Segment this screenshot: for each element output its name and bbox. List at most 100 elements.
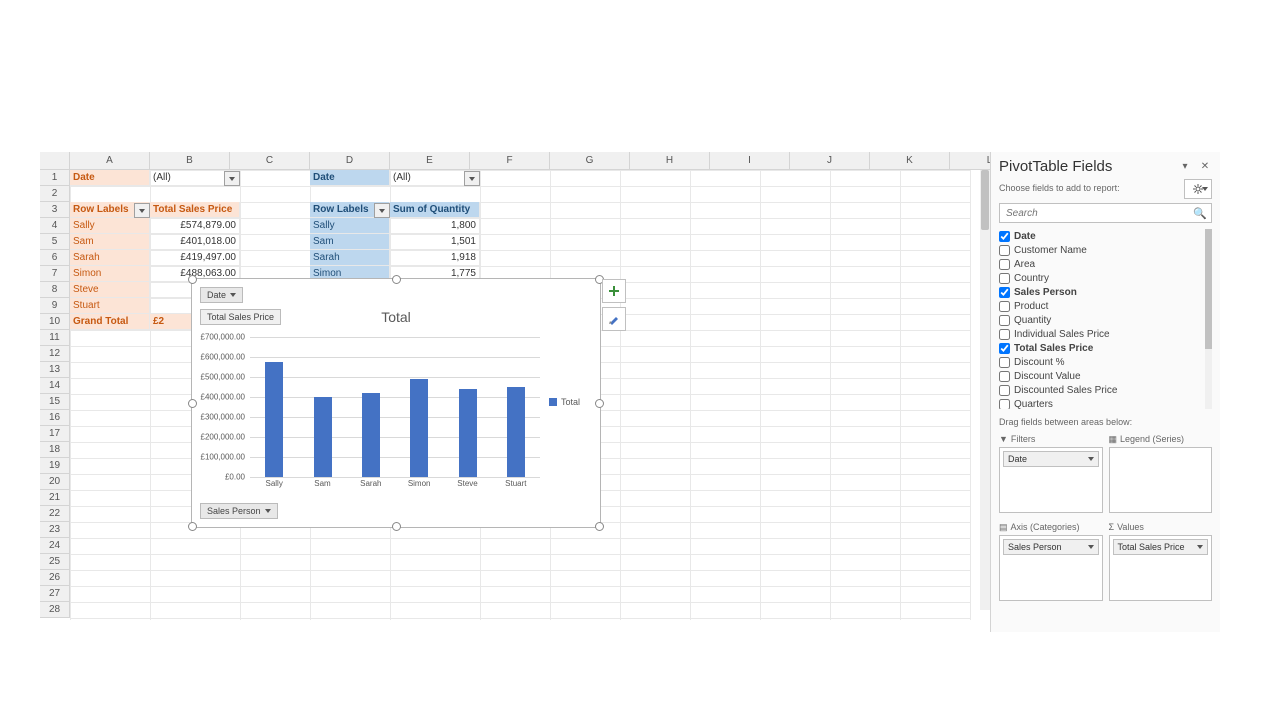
- row-header-10[interactable]: 10: [40, 314, 70, 330]
- col-header-A[interactable]: A: [70, 152, 150, 170]
- field-list[interactable]: DateCustomer NameAreaCountrySales Person…: [999, 229, 1212, 409]
- field-checkbox[interactable]: [999, 315, 1010, 326]
- field-search[interactable]: 🔍: [999, 203, 1212, 223]
- pt2-rowlabels-dropdown[interactable]: [374, 203, 390, 218]
- row-header-4[interactable]: 4: [40, 218, 70, 234]
- field-checkbox[interactable]: [999, 385, 1010, 396]
- chart-bar[interactable]: [314, 397, 332, 477]
- row-header-2[interactable]: 2: [40, 186, 70, 202]
- row-header-3[interactable]: 3: [40, 202, 70, 218]
- row-header-26[interactable]: 26: [40, 570, 70, 586]
- row-header-27[interactable]: 27: [40, 586, 70, 602]
- row-header-7[interactable]: 7: [40, 266, 70, 282]
- col-header-H[interactable]: H: [630, 152, 710, 170]
- field-checkbox[interactable]: [999, 343, 1010, 354]
- chart-styles-button[interactable]: [602, 307, 626, 331]
- row-header-11[interactable]: 11: [40, 330, 70, 346]
- col-header-I[interactable]: I: [710, 152, 790, 170]
- col-header-L[interactable]: L: [950, 152, 990, 170]
- chart-bar[interactable]: [459, 389, 477, 477]
- field-checkbox[interactable]: [999, 301, 1010, 312]
- field-search-input[interactable]: [1004, 207, 1193, 220]
- pill-values-totalsales[interactable]: Total Sales Price: [1113, 539, 1209, 555]
- area-legend[interactable]: [1109, 447, 1213, 513]
- pt2-row-label[interactable]: Sam: [310, 234, 390, 250]
- chart-series-button[interactable]: Total Sales Price: [200, 309, 281, 325]
- row-header-8[interactable]: 8: [40, 282, 70, 298]
- chart-legend[interactable]: Total: [549, 397, 580, 407]
- pt1-row-label[interactable]: Steve: [70, 282, 150, 298]
- pt1-row-value[interactable]: £574,879.00: [150, 218, 240, 234]
- field-row[interactable]: Area: [999, 257, 1212, 271]
- pt1-row-label[interactable]: Sam: [70, 234, 150, 250]
- pivot-chart[interactable]: Date Total Sales Price Sales Person Tota…: [191, 278, 601, 528]
- row-header-22[interactable]: 22: [40, 506, 70, 522]
- pane-close-icon[interactable]: ✕: [1198, 160, 1212, 174]
- chart-plot-area[interactable]: £0.00£100,000.00£200,000.00£300,000.00£4…: [250, 337, 540, 477]
- row-header-19[interactable]: 19: [40, 458, 70, 474]
- field-row[interactable]: Discount Value: [999, 369, 1212, 383]
- pt2-row-value[interactable]: 1,800: [390, 218, 480, 234]
- chart-filter-date[interactable]: Date: [200, 287, 243, 303]
- field-checkbox[interactable]: [999, 259, 1010, 270]
- field-row[interactable]: Customer Name: [999, 243, 1212, 257]
- select-all-corner[interactable]: [40, 152, 70, 170]
- pt2-row-label[interactable]: Sally: [310, 218, 390, 234]
- chart-bar[interactable]: [265, 362, 283, 477]
- row-header-25[interactable]: 25: [40, 554, 70, 570]
- col-header-G[interactable]: G: [550, 152, 630, 170]
- chart-bar[interactable]: [362, 393, 380, 477]
- pt2-row-label[interactable]: Sarah: [310, 250, 390, 266]
- row-header-9[interactable]: 9: [40, 298, 70, 314]
- col-header-E[interactable]: E: [390, 152, 470, 170]
- chart-bar[interactable]: [410, 379, 428, 477]
- field-checkbox[interactable]: [999, 287, 1010, 298]
- field-row[interactable]: Quantity: [999, 313, 1212, 327]
- field-row[interactable]: Product: [999, 299, 1212, 313]
- area-axis[interactable]: Sales Person: [999, 535, 1103, 601]
- field-row[interactable]: Country: [999, 271, 1212, 285]
- row-header-24[interactable]: 24: [40, 538, 70, 554]
- pane-layout-gear[interactable]: [1184, 179, 1212, 199]
- col-header-D[interactable]: D: [310, 152, 390, 170]
- pt1-row-label[interactable]: Simon: [70, 266, 150, 282]
- pt1-date-dropdown[interactable]: [224, 171, 240, 186]
- area-filters[interactable]: Date: [999, 447, 1103, 513]
- col-header-C[interactable]: C: [230, 152, 310, 170]
- chart-bar[interactable]: [507, 387, 525, 477]
- row-header-6[interactable]: 6: [40, 250, 70, 266]
- field-checkbox[interactable]: [999, 371, 1010, 382]
- pt1-row-value[interactable]: £401,018.00: [150, 234, 240, 250]
- field-row[interactable]: Discount %: [999, 355, 1212, 369]
- field-row[interactable]: Discounted Sales Price: [999, 383, 1212, 397]
- pt2-row-value[interactable]: 1,918: [390, 250, 480, 266]
- row-header-21[interactable]: 21: [40, 490, 70, 506]
- field-checkbox[interactable]: [999, 357, 1010, 368]
- area-values[interactable]: Total Sales Price: [1109, 535, 1213, 601]
- row-header-12[interactable]: 12: [40, 346, 70, 362]
- field-checkbox[interactable]: [999, 273, 1010, 284]
- chart-elements-button[interactable]: [602, 279, 626, 303]
- field-row[interactable]: Individual Sales Price: [999, 327, 1212, 341]
- row-header-20[interactable]: 20: [40, 474, 70, 490]
- field-checkbox[interactable]: [999, 245, 1010, 256]
- row-header-13[interactable]: 13: [40, 362, 70, 378]
- pill-filters-date[interactable]: Date: [1003, 451, 1099, 467]
- field-checkbox[interactable]: [999, 329, 1010, 340]
- row-header-15[interactable]: 15: [40, 394, 70, 410]
- pill-axis-salesperson[interactable]: Sales Person: [1003, 539, 1099, 555]
- row-header-14[interactable]: 14: [40, 378, 70, 394]
- col-header-K[interactable]: K: [870, 152, 950, 170]
- field-checkbox[interactable]: [999, 399, 1010, 410]
- pt2-row-value[interactable]: 1,501: [390, 234, 480, 250]
- row-header-23[interactable]: 23: [40, 522, 70, 538]
- field-row[interactable]: Sales Person: [999, 285, 1212, 299]
- row-header-16[interactable]: 16: [40, 410, 70, 426]
- col-header-J[interactable]: J: [790, 152, 870, 170]
- row-header-18[interactable]: 18: [40, 442, 70, 458]
- row-header-1[interactable]: 1: [40, 170, 70, 186]
- col-header-F[interactable]: F: [470, 152, 550, 170]
- field-list-scrollbar[interactable]: [1205, 229, 1212, 409]
- pt1-row-label[interactable]: Stuart: [70, 298, 150, 314]
- field-row[interactable]: Date: [999, 229, 1212, 243]
